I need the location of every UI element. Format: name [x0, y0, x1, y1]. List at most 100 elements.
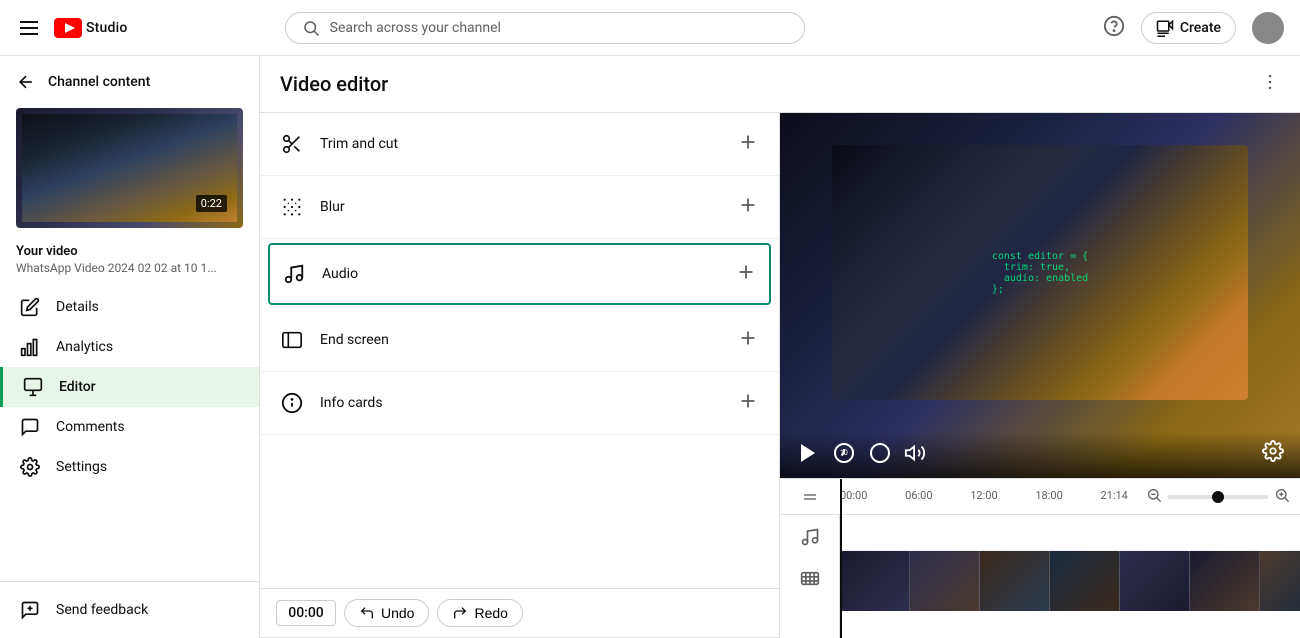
- analytics-label: Analytics: [56, 339, 113, 355]
- preview-settings-button[interactable]: [1262, 440, 1284, 466]
- more-options-button[interactable]: [1260, 72, 1280, 96]
- sidebar-item-settings[interactable]: Settings: [0, 447, 259, 487]
- film-frame: [840, 551, 910, 611]
- track-icons-column: [780, 515, 840, 638]
- undo-button[interactable]: Undo: [344, 599, 429, 627]
- feedback-icon: [20, 600, 40, 620]
- audio-label: Audio: [322, 266, 358, 282]
- blur-label: Blur: [320, 199, 345, 215]
- sidebar-item-analytics[interactable]: Analytics: [0, 327, 259, 367]
- editor-label: Editor: [59, 379, 96, 395]
- sidebar-item-comments[interactable]: Comments: [0, 407, 259, 447]
- film-frame: [980, 551, 1050, 611]
- zoom-controls: [1136, 487, 1300, 507]
- trim-cut-add-button[interactable]: [737, 131, 759, 157]
- end-screen-label: End screen: [320, 332, 389, 348]
- time-mark-1800: 18:00: [1035, 489, 1062, 502]
- tool-trim-cut[interactable]: Trim and cut: [260, 113, 779, 176]
- zoom-slider[interactable]: [1168, 495, 1268, 499]
- rewind-button[interactable]: 10: [832, 441, 856, 465]
- tool-audio[interactable]: Audio: [268, 243, 771, 305]
- volume-button[interactable]: [904, 442, 926, 464]
- zoom-in-button[interactable]: [1274, 487, 1290, 507]
- user-avatar[interactable]: [1252, 12, 1284, 44]
- undo-icon: [359, 605, 375, 621]
- video-label: Your video: [16, 244, 243, 259]
- audio-add-button[interactable]: [735, 261, 757, 287]
- audio-icon: [282, 262, 306, 286]
- time-mark-0: 00:00: [840, 489, 867, 502]
- video-filename: WhatsApp Video 2024 02 02 at 10 1...: [16, 261, 243, 275]
- sidebar-bottom: Send feedback: [0, 573, 259, 630]
- sidebar-item-editor[interactable]: Editor: [0, 367, 259, 407]
- sidebar-item-details[interactable]: Details: [0, 287, 259, 327]
- film-frame: [910, 551, 980, 611]
- zoom-out-button[interactable]: [1146, 487, 1162, 507]
- redo-icon: [452, 605, 468, 621]
- forward-button[interactable]: [868, 441, 892, 465]
- back-to-channel-content[interactable]: Channel content: [0, 56, 259, 100]
- search-placeholder: Search across your channel: [330, 20, 788, 36]
- settings-icon: [20, 457, 40, 477]
- timeline-area: 00:00 06:00 12:00 18:00 21:14: [780, 478, 1300, 638]
- timeline-ruler: 00:00 06:00 12:00 18:00 21:14: [780, 479, 1300, 515]
- time-display: 00:00: [276, 600, 336, 626]
- blur-add-button[interactable]: [737, 194, 759, 220]
- timeline-drag-handle: [780, 489, 840, 505]
- comments-icon: [20, 417, 40, 437]
- help-button[interactable]: [1103, 15, 1125, 41]
- redo-button[interactable]: Redo: [437, 599, 522, 627]
- search-bar[interactable]: Search across your channel: [285, 12, 805, 44]
- info-cards-icon: [280, 391, 304, 415]
- tool-trim-left: Trim and cut: [280, 132, 398, 156]
- preview-video: const editor = { trim: true, audio: enab…: [780, 113, 1300, 478]
- end-screen-add-button[interactable]: [737, 327, 759, 353]
- comments-label: Comments: [56, 419, 125, 435]
- details-label: Details: [56, 299, 99, 315]
- film-frame: [1120, 551, 1190, 611]
- main-layout: Channel content 0:22 Your video WhatsApp…: [0, 56, 1300, 638]
- info-cards-label: Info cards: [320, 395, 383, 411]
- time-mark-end: 21:14: [1100, 489, 1127, 502]
- video-duration: 0:22: [196, 195, 227, 212]
- content-area: Video editor: [260, 56, 1300, 638]
- drag-handle-icon: [802, 489, 818, 505]
- editor-title: Video editor: [280, 72, 388, 96]
- video-info: Your video WhatsApp Video 2024 02 02 at …: [0, 236, 259, 287]
- create-button[interactable]: Create: [1141, 12, 1236, 44]
- tools-panel: Trim and cut: [260, 113, 780, 638]
- logo-area: Studio: [54, 18, 128, 38]
- video-preview-area: const editor = { trim: true, audio: enab…: [780, 113, 1300, 638]
- send-feedback-label: Send feedback: [56, 602, 148, 618]
- tool-audio-left: Audio: [282, 262, 358, 286]
- film-frame: [1050, 551, 1120, 611]
- preview-placeholder: const editor = { trim: true, audio: enab…: [780, 113, 1300, 478]
- tool-info-cards[interactable]: Info cards: [260, 372, 779, 435]
- scissors-icon: [280, 132, 304, 156]
- hamburger-menu[interactable]: [16, 17, 42, 39]
- tool-blur[interactable]: Blur: [260, 176, 779, 239]
- sidebar-item-send-feedback[interactable]: Send feedback: [0, 590, 259, 630]
- sidebar: Channel content 0:22 Your video WhatsApp…: [0, 56, 260, 638]
- preview-controls: 10: [780, 432, 1300, 478]
- zoom-slider-thumb[interactable]: [1212, 491, 1224, 503]
- search-icon: [302, 19, 320, 37]
- tool-blur-left: Blur: [280, 195, 345, 219]
- play-button[interactable]: [796, 441, 820, 465]
- video-track-icon: [800, 571, 820, 595]
- youtube-logo: [54, 18, 82, 38]
- create-label: Create: [1180, 20, 1221, 36]
- tools-list: Trim and cut: [260, 113, 779, 588]
- timeline-controls: 00:00 Undo Redo: [260, 588, 779, 638]
- time-mark-1200: 12:00: [970, 489, 997, 502]
- time-marks-area: 00:00 06:00 12:00 18:00 21:14: [840, 479, 1136, 515]
- thumb-image: 0:22: [16, 108, 243, 228]
- back-arrow-icon: [16, 72, 36, 92]
- analytics-icon: [20, 337, 40, 357]
- tool-end-screen[interactable]: End screen: [260, 309, 779, 372]
- settings-label: Settings: [56, 459, 107, 475]
- info-cards-add-button[interactable]: [737, 390, 759, 416]
- svg-text:10: 10: [840, 449, 848, 457]
- tool-end-screen-left: End screen: [280, 328, 389, 352]
- editor-icon: [23, 377, 43, 397]
